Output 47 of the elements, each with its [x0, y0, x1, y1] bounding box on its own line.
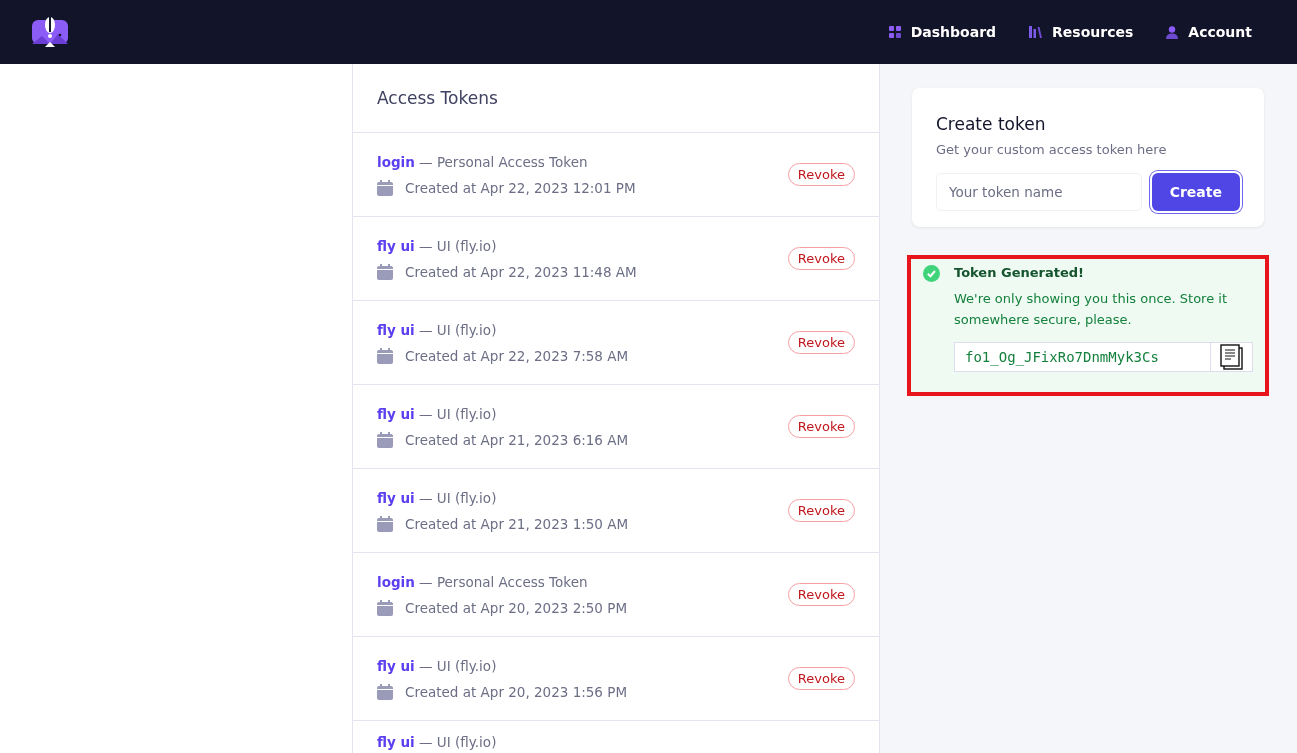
created-date: Created at Apr 22, 2023 11:48 AM — [405, 263, 637, 280]
calendar-icon — [377, 515, 393, 532]
revoke-button[interactable]: Revoke — [787, 247, 855, 270]
revoke-button[interactable]: Revoke — [787, 163, 855, 186]
calendar-icon — [377, 683, 393, 700]
card-subtitle: Get your custom access token here — [936, 142, 1168, 157]
token-title: fly ui — UI (fly.io) — [377, 734, 497, 750]
create-button[interactable]: Create — [1151, 173, 1240, 211]
alert-title: Token Generated! — [954, 265, 1085, 282]
revoke-button[interactable]: Revoke — [787, 331, 855, 354]
revoke-button[interactable]: Revoke — [787, 667, 855, 690]
books-icon — [1029, 26, 1043, 38]
created-date: Created at Apr 20, 2023 2:50 PM — [405, 599, 628, 616]
panel-title: Access Tokens — [353, 64, 879, 133]
logo-icon[interactable] — [32, 16, 68, 48]
calendar-icon — [377, 347, 393, 364]
calendar-icon — [377, 263, 393, 280]
token-title: fly ui — UI (fly.io) — [377, 657, 498, 674]
copy-button[interactable] — [1211, 342, 1253, 372]
token-name-field[interactable]: Your token name — [936, 173, 1142, 211]
revoke-button[interactable]: Revoke — [787, 415, 855, 438]
copy-icon — [1219, 344, 1244, 370]
revoke-button[interactable]: Revoke — [787, 499, 855, 522]
created-date: Created at Apr 20, 2023 1:56 PM — [405, 683, 628, 700]
calendar-icon — [377, 431, 393, 448]
grid-icon — [888, 26, 901, 38]
card-title: Create token — [936, 114, 1047, 134]
alert-message: We're only showing you this once. Store it somewhere secure, please. — [954, 290, 1228, 329]
token-title: login — Personal Access Token — [377, 153, 589, 170]
token-title: fly ui — UI (fly.io) — [377, 321, 498, 338]
token-value-field[interactable]: fo1_Og_JFixRo7DnmMyk3Cs — [954, 342, 1211, 372]
check-icon — [923, 265, 940, 282]
created-date: Created at Apr 22, 2023 7:58 AM — [405, 347, 629, 364]
created-date: Created at Apr 21, 2023 1:50 AM — [405, 515, 629, 532]
token-title: fly ui — UI (fly.io) — [377, 237, 498, 254]
revoke-button[interactable]: Revoke — [787, 583, 855, 606]
nav-link[interactable]: Dashboard — [888, 24, 997, 40]
created-date: Created at Apr 22, 2023 12:01 PM — [405, 179, 636, 196]
token-title: login — Personal Access Token — [377, 573, 589, 590]
calendar-icon — [377, 179, 393, 196]
token-title: fly ui — UI (fly.io) — [377, 489, 498, 506]
token-title: fly ui — UI (fly.io) — [377, 405, 498, 422]
nav-link[interactable]: Resources — [1029, 24, 1134, 40]
created-date: Created at Apr 21, 2023 6:16 AM — [405, 431, 629, 448]
user-icon — [1166, 25, 1179, 39]
calendar-icon — [377, 599, 393, 616]
nav-link[interactable]: Account — [1166, 24, 1252, 40]
